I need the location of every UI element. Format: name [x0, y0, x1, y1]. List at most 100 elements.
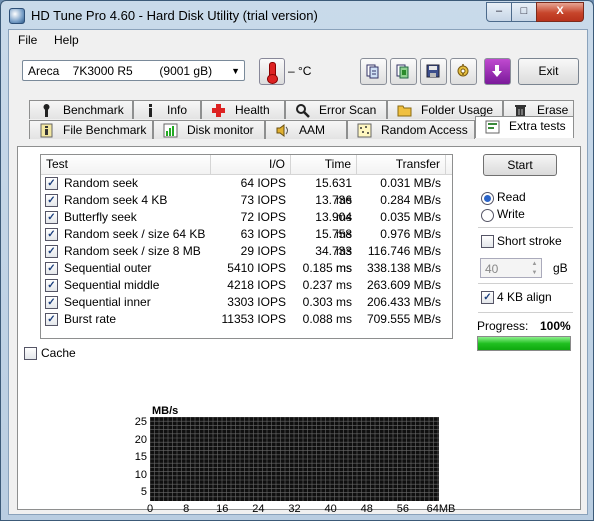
app-window: HD Tune Pro 4.60 - Hard Disk Utility (tr…	[0, 0, 594, 521]
cell-io: 4218 IOPS	[227, 278, 286, 292]
x-tick-label: 16	[216, 503, 229, 515]
table-row[interactable]: ✓ Burst rate 11353 IOPS 0.088 ms 709.555 MB/…	[41, 311, 452, 328]
x-tick-label: 8	[183, 503, 190, 515]
tab-health[interactable]: Health	[201, 100, 285, 119]
x-tick-label: 0	[146, 503, 154, 515]
short-stroke-checkbox[interactable]	[481, 235, 494, 248]
cell-test: Random seek / size 8 MB	[64, 244, 201, 258]
align-checkbox[interactable]: ✓	[481, 291, 494, 304]
table-row[interactable]: ✓ Sequential inner 3303 IOPS 0.303 ms 206.43…	[41, 294, 452, 311]
column-header-io[interactable]: I/O	[211, 155, 291, 174]
maximize-button[interactable]: □	[511, 2, 537, 22]
align-label: 4 KB align	[497, 290, 552, 304]
graph-plot-area	[150, 417, 439, 501]
tab-file-benchmark[interactable]: File Benchmark	[29, 120, 153, 139]
tab-label: Health	[235, 103, 270, 117]
tab-error-scan[interactable]: Error Scan	[285, 100, 387, 119]
tab-random-access[interactable]: Random Access	[347, 120, 475, 139]
health-icon	[212, 104, 225, 117]
info-icon	[149, 104, 152, 117]
column-header-time[interactable]: Time	[291, 155, 357, 174]
download-button[interactable]	[484, 58, 511, 85]
menu-bar: File Help	[9, 30, 587, 50]
client-area: File Help Areca 7K3000 R5 (9001 gB) ▼ – …	[8, 29, 588, 515]
table-row[interactable]: ✓ Random seek / size 8 MB 29 IOPS 34.733 ms…	[41, 243, 452, 275]
write-radio[interactable]	[481, 209, 494, 222]
toolbar: Areca 7K3000 R5 (9001 gB) ▼ – °C Exit	[9, 52, 587, 92]
tab-benchmark[interactable]: Benchmark	[29, 100, 133, 119]
row-checkbox[interactable]: ✓	[45, 228, 58, 241]
table-row[interactable]: ✓ Random seek 64 IOPS 15.631 ms 0.031 MB/s	[41, 175, 452, 207]
tab-info[interactable]: Info	[133, 100, 201, 119]
menu-file[interactable]: File	[18, 33, 37, 47]
speaker-icon	[276, 124, 288, 137]
table-row[interactable]: ✓ Random seek / size 64 KB 63 IOPS 15.758 m…	[41, 226, 452, 258]
row-checkbox[interactable]: ✓	[45, 262, 58, 275]
cell-time: 0.237 ms	[302, 278, 352, 292]
cell-io: 64 IOPS	[240, 176, 286, 190]
extra-tests-panel: Test I/O Time Transfer ✓ Random seek 64 IO…	[17, 146, 581, 515]
read-radio[interactable]	[481, 192, 494, 205]
column-header-transfer[interactable]: Transfer	[357, 155, 446, 174]
column-header-test[interactable]: Test	[41, 155, 211, 174]
x-tick-label: 32	[288, 503, 301, 515]
cell-io: 29 IOPS	[240, 244, 286, 258]
tab-extra-tests[interactable]: Extra tests	[475, 116, 574, 138]
options-button[interactable]	[450, 58, 477, 85]
start-button[interactable]: Start	[483, 154, 557, 176]
table-row[interactable]: ✓ Sequential middle 4218 IOPS 0.237 ms 263.6…	[41, 277, 452, 294]
spin-down-icon[interactable]: ▼	[529, 269, 540, 277]
tab-label: Extra tests	[509, 119, 566, 133]
cache-checkbox[interactable]	[24, 347, 37, 360]
drive-select[interactable]: Areca 7K3000 R5 (9001 gB) ▼	[22, 60, 245, 81]
tab-label: Benchmark	[63, 103, 124, 117]
table-row[interactable]: ✓ Sequential outer 5410 IOPS 0.185 ms 338.13…	[41, 260, 452, 277]
save-button[interactable]	[420, 58, 447, 85]
cell-time: 0.185 ms	[302, 261, 352, 275]
row-checkbox[interactable]: ✓	[45, 194, 58, 207]
spin-up-icon[interactable]: ▲	[529, 260, 540, 268]
results-table: Test I/O Time Transfer ✓ Random seek 64 IO…	[40, 154, 453, 339]
tab-label: Disk monitor	[187, 123, 254, 137]
row-checkbox[interactable]: ✓	[45, 296, 58, 309]
x-tick-label: 24	[252, 503, 265, 515]
tab-aam[interactable]: AAM	[265, 120, 347, 139]
short-stroke-value: 40	[485, 262, 499, 276]
exit-button[interactable]: Exit	[518, 58, 579, 85]
row-checkbox[interactable]: ✓	[45, 245, 58, 258]
row-checkbox[interactable]: ✓	[45, 211, 58, 224]
title-bar[interactable]: HD Tune Pro 4.60 - Hard Disk Utility (tr…	[1, 1, 593, 29]
cell-io: 72 IOPS	[240, 210, 286, 224]
graph-unit-label: MB/s	[152, 405, 179, 417]
tab-label: File Benchmark	[63, 123, 147, 137]
cell-time: 34.733 ms	[315, 244, 352, 275]
progress-bar	[477, 336, 571, 351]
close-button[interactable]: X	[536, 2, 584, 22]
drive-select-value: Areca 7K3000 R5 (9001 gB)	[28, 64, 213, 78]
tab-label: Info	[167, 103, 188, 117]
menu-help[interactable]: Help	[54, 33, 79, 47]
window-title: HD Tune Pro 4.60 - Hard Disk Utility (tr…	[31, 8, 318, 23]
table-row[interactable]: ✓ Random seek 4 KB 73 IOPS 13.736 ms 0.284 M…	[41, 192, 452, 224]
row-checkbox[interactable]: ✓	[45, 279, 58, 292]
tab-disk-monitor[interactable]: Disk monitor	[153, 120, 265, 139]
cell-time: 15.631 ms	[315, 176, 352, 207]
copy-info-button[interactable]	[360, 58, 387, 85]
tab-label: Folder Usage	[421, 103, 494, 117]
copy-screen-button[interactable]	[390, 58, 417, 85]
cell-io: 73 IOPS	[240, 193, 286, 207]
cell-test: Random seek 4 KB	[64, 193, 168, 207]
row-checkbox[interactable]: ✓	[45, 313, 58, 326]
y-tick-label: 5	[140, 486, 147, 499]
cell-transfer: 206.433 MB/s	[366, 295, 441, 309]
thermometer-icon[interactable]	[259, 58, 285, 85]
minimize-button[interactable]: –	[486, 2, 512, 22]
short-stroke-spinbox[interactable]: 40 ▲ ▼	[480, 258, 542, 278]
row-checkbox[interactable]: ✓	[45, 177, 58, 190]
save-icon	[426, 64, 440, 78]
cell-time: 0.303 ms	[302, 295, 352, 309]
table-row[interactable]: ✓ Butterfly seek 72 IOPS 13.904 ms 0.035 MB/…	[41, 209, 452, 241]
x-tick-label: 40	[324, 503, 337, 515]
file-benchmark-icon	[40, 123, 53, 138]
tab-label: Error Scan	[319, 103, 377, 117]
